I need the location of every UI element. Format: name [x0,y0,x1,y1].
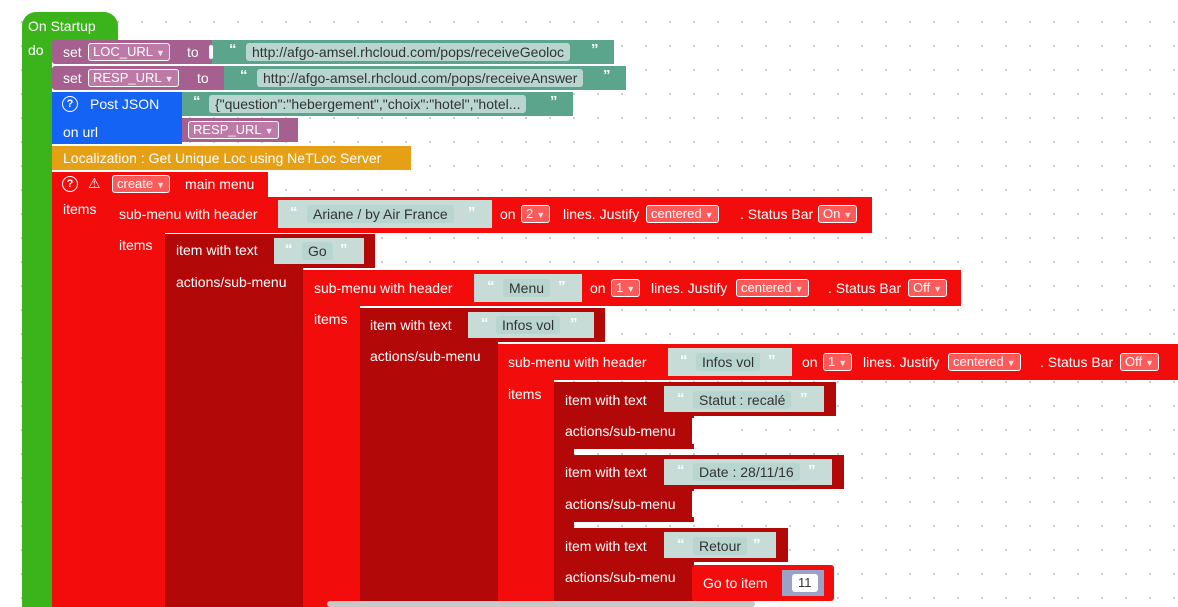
do-label: do [28,42,44,58]
close-quote-icon: ” [558,278,566,295]
set-label: set [63,70,82,86]
status-bar-label: . Status Bar [740,206,814,222]
item-text-label: item with text [370,317,452,333]
sub2-justify-dropdown[interactable]: centered ▼ [736,279,809,297]
sub1-status-dropdown[interactable]: On ▼ [818,205,858,223]
item-text-label: item with text [565,392,647,408]
open-quote-icon: “ [285,241,293,258]
items-label: items [508,386,542,402]
lines-justify-label: lines. Justify [863,354,940,370]
sub2-status-dropdown[interactable]: Off ▼ [908,279,948,297]
close-quote-icon: ” [603,67,611,84]
close-quote-icon: ” [753,536,761,553]
item-go-field[interactable]: Go [302,242,333,260]
on-startup-title: On Startup [28,18,96,34]
post-json-title: Post JSON [90,96,160,112]
item-retour-field[interactable]: Retour [693,537,748,555]
item-go-body [165,267,303,607]
sub2-lines-dropdown[interactable]: 1 ▼ [611,279,641,297]
open-quote-icon: “ [290,204,298,221]
item-date-field[interactable]: Date : 28/11/16 [693,463,800,481]
sub-menu-header-label: sub-menu with header [314,280,453,296]
open-quote-icon: “ [240,67,248,84]
sub3-header-field[interactable]: Infos vol [696,353,761,371]
close-quote-icon: ” [468,204,476,221]
item-statut-empty-slot[interactable] [692,418,720,444]
actions-sub-menu-label: actions/sub-menu [176,274,287,290]
open-quote-icon: “ [487,278,495,295]
main-menu-label: main menu [185,176,255,192]
open-quote-icon: “ [481,315,489,332]
resp-url-text-field[interactable]: http://afgo-amsel.rhcloud.com/pops/recei… [257,69,584,87]
sub1-header-field[interactable]: Ariane / by Air France [307,205,454,223]
items-label: items [314,311,348,327]
create-main-menu-body [52,196,109,607]
sub-menu-infos-vol-body [498,379,554,607]
warning-icon[interactable]: ⚠ [88,175,101,191]
resp-url-var-dropdown[interactable]: RESP_URL ▼ [188,121,279,139]
post-json-text-field[interactable]: {"question":"hebergement","choix":"hotel… [209,95,527,113]
items-label: items [63,201,97,217]
close-quote-icon: ” [550,93,558,110]
item-text-label: item with text [176,242,258,258]
loc-url-var-dropdown[interactable]: LOC_URL ▼ [88,43,170,61]
to-label: to [187,44,199,60]
status-bar-label: . Status Bar [1040,354,1114,370]
go-to-item-number-field[interactable]: 11 [792,574,818,592]
on-startup-body [22,30,52,607]
close-quote-icon: ” [808,462,816,479]
actions-sub-menu-label: actions/sub-menu [565,569,676,585]
close-quote-icon: ” [591,41,599,58]
close-quote-icon: ” [768,352,776,369]
resp-url-var-dropdown[interactable]: RESP_URL ▼ [88,69,179,87]
open-quote-icon: “ [677,536,685,553]
sub1-justify-dropdown[interactable]: centered ▼ [646,205,719,223]
sub3-justify-dropdown[interactable]: centered ▼ [948,353,1021,371]
on-label: on [590,280,606,296]
help-icon[interactable]: ? [62,176,78,192]
item-date-empty-slot[interactable] [692,491,720,517]
actions-sub-menu-label: actions/sub-menu [370,348,481,364]
to-label: to [197,70,209,86]
close-quote-icon: ” [340,241,348,258]
go-to-item-label: Go to item [703,575,768,591]
close-quote-icon: ” [800,390,808,407]
sub1-lines-dropdown[interactable]: 2 ▼ [521,205,551,223]
help-icon[interactable]: ? [62,96,78,112]
item-infos-field[interactable]: Infos vol [496,316,561,334]
open-quote-icon: “ [229,41,237,58]
item-statut-field[interactable]: Statut : recalé [693,391,792,409]
sub3-status-dropdown[interactable]: Off ▼ [1120,353,1160,371]
horizontal-scrollbar[interactable] [327,601,755,607]
lines-justify-label: lines. Justify [563,206,640,222]
open-quote-icon: “ [677,390,685,407]
sub-menu-menu-body [303,305,360,607]
create-dropdown[interactable]: create ▼ [112,175,171,193]
item-infos-vol-body [360,341,498,607]
status-bar-label: . Status Bar [828,280,902,296]
on-label: on [500,206,516,222]
on-url-label: on url [63,124,99,140]
set-label: set [63,44,82,60]
sub2-header-field[interactable]: Menu [503,279,551,297]
lines-justify-label: lines. Justify [651,280,728,296]
item-text-label: item with text [565,464,647,480]
input-connector [209,45,213,59]
item-text-label: item with text [565,538,647,554]
sub3-lines-dropdown[interactable]: 1 ▼ [823,353,853,371]
actions-sub-menu-label: actions/sub-menu [565,423,676,439]
open-quote-icon: “ [193,93,201,110]
actions-sub-menu-label: actions/sub-menu [565,496,676,512]
open-quote-icon: “ [680,352,688,369]
sub-menu-header-label: sub-menu with header [508,354,647,370]
sub-menu-ariane-body [109,232,165,607]
items-label: items [119,237,153,253]
sub-menu-header-label: sub-menu with header [119,206,258,222]
localization-label: Localization : Get Unique Loc using NeTL… [63,150,382,166]
loc-url-text-field[interactable]: http://afgo-amsel.rhcloud.com/pops/recei… [246,43,571,61]
open-quote-icon: “ [677,462,685,479]
on-label: on [802,354,818,370]
close-quote-icon: ” [570,315,578,332]
